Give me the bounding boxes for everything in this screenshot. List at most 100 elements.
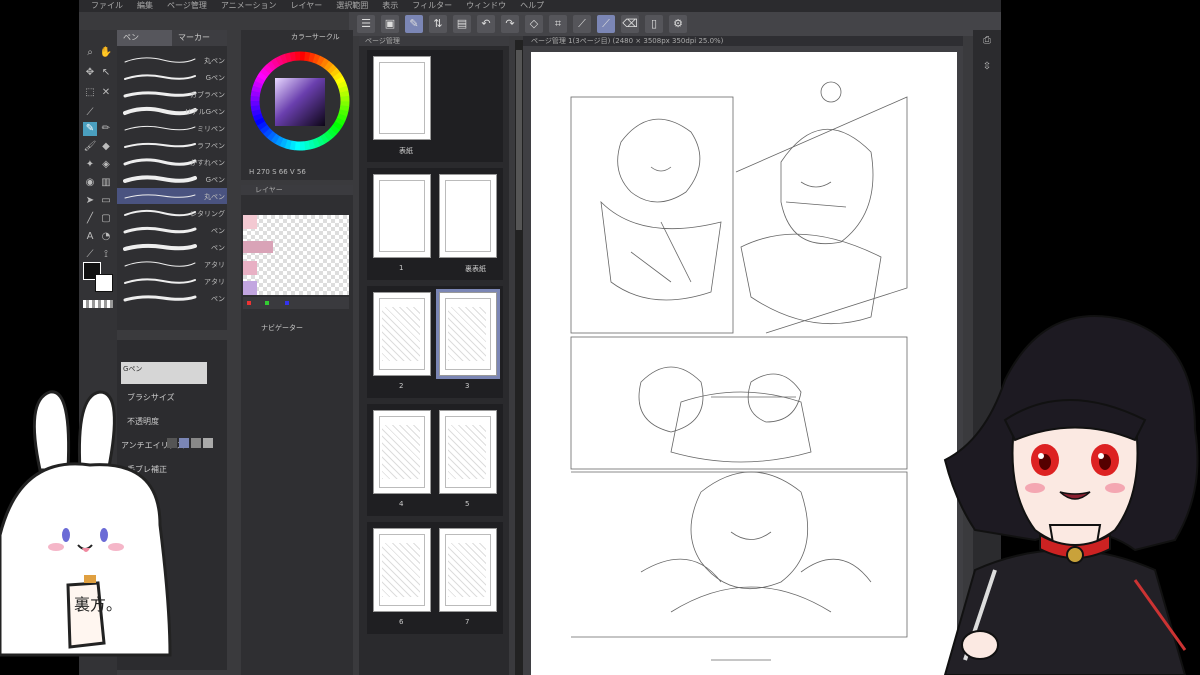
brush-item[interactable]: Gペン: [117, 171, 227, 187]
menu-help[interactable]: ヘルプ: [520, 0, 544, 12]
brush-icon[interactable]: ⟋: [597, 15, 615, 33]
eyedropper-icon[interactable]: ⟋: [83, 106, 97, 120]
page-thumbnail[interactable]: [373, 56, 431, 140]
body-icon[interactable]: ⟟: [99, 248, 113, 262]
redo-icon[interactable]: ↷: [501, 15, 519, 33]
gradient-icon[interactable]: ➤: [83, 194, 97, 208]
page-label: 6: [399, 618, 404, 626]
page-label: 4: [399, 500, 404, 508]
canvas-tab[interactable]: ページ管理 1(3ページ目) (2480 × 3508px 350dpi 25.…: [523, 36, 963, 46]
brush-item[interactable]: ペン: [117, 239, 227, 255]
layer-color-bar: [243, 297, 349, 309]
ruler-icon[interactable]: ⟋: [573, 15, 591, 33]
subtool-panel: ペン マーカー 丸ペン Gペン カブラペン リアルGペン ミリペン ラフペン かすれペン Gペ…: [117, 30, 227, 330]
operation-icon[interactable]: ↖: [99, 66, 113, 80]
blend-icon[interactable]: ◉: [83, 176, 97, 190]
saturation-square[interactable]: [275, 78, 325, 126]
menu-view[interactable]: 表示: [382, 0, 398, 12]
decoration-icon[interactable]: ✦: [83, 158, 97, 172]
page-spread[interactable]: 表紙: [367, 50, 503, 162]
document-icon[interactable]: ▯: [645, 15, 663, 33]
page-scrollbar[interactable]: [515, 40, 523, 675]
page-spread[interactable]: 1 裏表紙: [367, 168, 503, 280]
menu-page[interactable]: ページ管理: [167, 0, 207, 12]
move-icon[interactable]: ✥: [83, 66, 97, 80]
pen-mode-icon[interactable]: ✎: [405, 15, 423, 33]
brush-item[interactable]: ペン: [117, 290, 227, 306]
fill-icon[interactable]: ▥: [99, 176, 113, 190]
layer-thumbnails[interactable]: [243, 215, 349, 295]
balloon-icon[interactable]: ◔: [99, 230, 113, 244]
undo-icon[interactable]: ↶: [477, 15, 495, 33]
crop-icon[interactable]: ⌗: [549, 15, 567, 33]
brush-item[interactable]: アタリ: [117, 273, 227, 289]
brush-item[interactable]: 丸ペン: [117, 188, 227, 204]
menu-animation[interactable]: アニメーション: [221, 0, 277, 12]
tab-marker[interactable]: マーカー: [172, 30, 227, 46]
page-label: 3: [465, 382, 470, 390]
page-spread[interactable]: 23: [367, 286, 503, 398]
brush-item[interactable]: ラフペン: [117, 137, 227, 153]
brush-stroke-preview: [123, 243, 197, 251]
brush-stroke-preview: [124, 57, 196, 63]
page-thumbnail[interactable]: [439, 174, 497, 258]
brush-item[interactable]: リアルGペン: [117, 103, 227, 119]
brush-item[interactable]: かすれペン: [117, 154, 227, 170]
select-icon[interactable]: ⬚: [83, 86, 97, 100]
brush-item[interactable]: レタリング: [117, 205, 227, 221]
color-wheel[interactable]: [245, 46, 355, 156]
rabbit-note-text: 裏方。: [74, 595, 122, 614]
pen-tool-icon[interactable]: ✎: [83, 122, 97, 136]
manga-page[interactable]: [531, 52, 957, 675]
brush-item[interactable]: 丸ペン: [117, 52, 227, 68]
brush-item-label: ラフペン: [197, 142, 225, 150]
line-icon[interactable]: ╱: [83, 212, 97, 226]
expand-icon[interactable]: ⇳: [980, 60, 994, 74]
page-thumbnail[interactable]: [373, 292, 431, 376]
brush-item[interactable]: アタリ: [117, 256, 227, 272]
page-thumbnail[interactable]: [436, 289, 500, 379]
menu-select[interactable]: 選択範囲: [336, 0, 368, 12]
pencil-icon[interactable]: ✏: [99, 122, 113, 136]
page-spread[interactable]: 45: [367, 404, 503, 516]
menu-icon[interactable]: ☰: [357, 15, 375, 33]
brush-item[interactable]: ミリペン: [117, 120, 227, 136]
menu-file[interactable]: ファイル: [91, 0, 123, 12]
brush-item[interactable]: カブラペン: [117, 86, 227, 102]
brush-item[interactable]: Gペン: [117, 69, 227, 85]
hand-icon[interactable]: ✋: [99, 46, 113, 60]
correct-line-icon[interactable]: ⟋: [83, 248, 97, 262]
eraser-icon[interactable]: ⌫: [621, 15, 639, 33]
tab-pen[interactable]: ペン: [117, 30, 172, 46]
brush-tool-icon[interactable]: 🖌: [83, 140, 97, 154]
menu-filter[interactable]: フィルター: [412, 0, 452, 12]
brush-item-label: 丸ペン: [204, 193, 225, 201]
page-thumbnail[interactable]: [373, 528, 431, 612]
menu-layer[interactable]: レイヤー: [291, 0, 323, 12]
airbrush-icon[interactable]: ◆: [99, 140, 113, 154]
text-icon[interactable]: A: [83, 230, 97, 244]
lasso-icon[interactable]: ✕: [99, 86, 113, 100]
clip-studio-window: ファイル 編集 ページ管理 アニメーション レイヤー 選択範囲 表示 フィルター…: [79, 0, 1001, 675]
page-thumbnail[interactable]: [373, 174, 431, 258]
image-icon[interactable]: ▤: [453, 15, 471, 33]
settings-icon[interactable]: ⚙: [669, 15, 687, 33]
page-thumbnail[interactable]: [439, 528, 497, 612]
eraser-tool-icon[interactable]: ◈: [99, 158, 113, 172]
clip-icon[interactable]: ⎙: [980, 34, 994, 48]
menu-edit[interactable]: 編集: [137, 0, 153, 12]
transform-icon[interactable]: ◇: [525, 15, 543, 33]
brush-item[interactable]: ペン: [117, 222, 227, 238]
zoom-icon[interactable]: ⌕: [83, 46, 97, 60]
figure-icon[interactable]: ▭: [99, 194, 113, 208]
frame-icon[interactable]: ▢: [99, 212, 113, 226]
page-thumbnail[interactable]: [373, 410, 431, 494]
page-spread[interactable]: 67: [367, 522, 503, 634]
menu-window[interactable]: ウィンドウ: [466, 0, 506, 12]
page-thumbnail[interactable]: [439, 410, 497, 494]
transparent-swatch[interactable]: [83, 300, 113, 308]
swap-icon[interactable]: ⇅: [429, 15, 447, 33]
sub-color-swatch[interactable]: [95, 274, 113, 292]
canvas-area[interactable]: [523, 46, 963, 675]
save-icon[interactable]: ▣: [381, 15, 399, 33]
